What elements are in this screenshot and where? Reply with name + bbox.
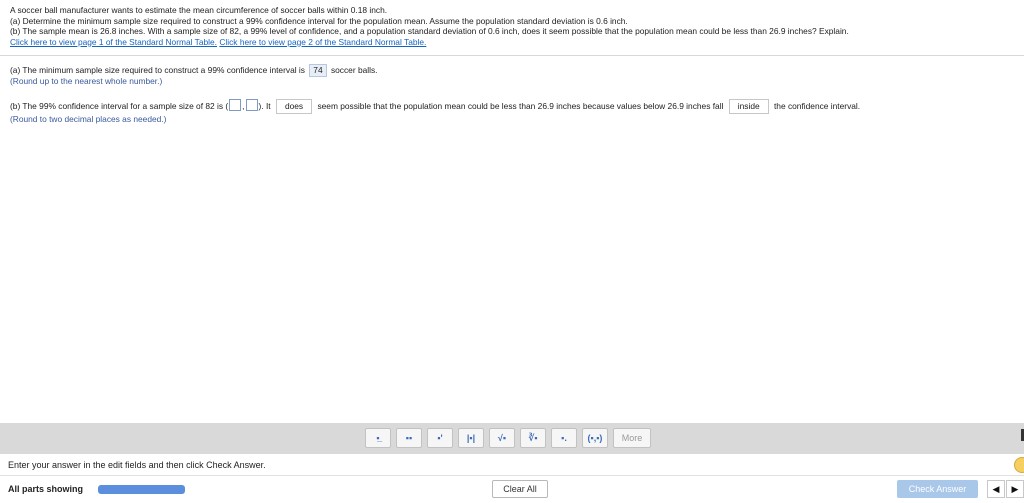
- question-divider: [0, 55, 1024, 56]
- fraction-tool[interactable]: ▪̲: [365, 428, 391, 448]
- arrow-left-icon: ◀: [992, 483, 1000, 494]
- interval-tool[interactable]: (▪,▪): [582, 428, 608, 448]
- question-intro: A soccer ball manufacturer wants to esti…: [10, 5, 388, 15]
- square-root-tool[interactable]: √▪: [489, 428, 515, 448]
- ci-comma: ,: [242, 101, 245, 111]
- question-part-b: (b) The sample mean is 26.8 inches. With…: [10, 26, 849, 36]
- answer-a-input[interactable]: 74: [309, 64, 327, 77]
- answer-b-suffix: the confidence interval.: [773, 101, 861, 111]
- does-dropdown[interactable]: does: [275, 99, 313, 114]
- decimal-tool[interactable]: ▪.: [551, 428, 577, 448]
- answer-b-middle: seem possible that the population mean c…: [317, 101, 724, 111]
- answer-a-prefix: (a) The minimum sample size required to …: [10, 65, 305, 75]
- parts-showing-label: All parts showing: [8, 484, 84, 494]
- table-links: Click here to view page 1 of the Standar…: [10, 37, 1010, 48]
- previous-button[interactable]: ◀: [987, 480, 1005, 498]
- answer-b-hint: (Round to two decimal places as needed.): [10, 114, 167, 124]
- instructions-text: Enter your answer in the edit fields and…: [8, 460, 266, 470]
- inside-dropdown[interactable]: inside: [728, 99, 769, 114]
- nth-root-tool[interactable]: ∛▪: [520, 428, 546, 448]
- question-text: A soccer ball manufacturer wants to esti…: [10, 5, 1010, 47]
- next-button[interactable]: ▶: [1006, 480, 1024, 498]
- clear-all-button[interactable]: Clear All: [492, 480, 548, 498]
- ci-upper-input[interactable]: [245, 99, 258, 111]
- answer-b-line: (b) The 99% confidence interval for a sa…: [10, 99, 860, 114]
- help-badge-icon[interactable]: [1014, 457, 1024, 473]
- arrow-right-icon: ▶: [1011, 483, 1019, 494]
- parts-progress-bar: [98, 485, 185, 494]
- normal-table-page2-link[interactable]: Click here to view page 2 of the Standar…: [219, 37, 426, 47]
- more-tools-button[interactable]: More: [613, 428, 651, 448]
- question-part-a: (a) Determine the minimum sample size re…: [10, 15, 628, 26]
- answer-b-close: ). It: [258, 101, 271, 111]
- ci-lower-input[interactable]: [229, 99, 242, 111]
- check-answer-button[interactable]: Check Answer: [897, 480, 978, 498]
- footer-divider: [0, 475, 1024, 476]
- exponent-tool[interactable]: ▪': [427, 428, 453, 448]
- mixed-number-tool[interactable]: ▪▪: [396, 428, 422, 448]
- answer-b-prefix: (b) The 99% confidence interval for a sa…: [10, 101, 229, 111]
- answer-a-suffix: soccer balls.: [330, 65, 378, 75]
- answer-a-hint: (Round up to the nearest whole number.): [10, 76, 163, 86]
- absolute-value-tool[interactable]: |▪|: [458, 428, 484, 448]
- math-toolbar: ▪̲ ▪▪ ▪' |▪| √▪ ∛▪ ▪. (▪,▪) More: [0, 423, 1024, 454]
- math-tools: ▪̲ ▪▪ ▪' |▪| √▪ ∛▪ ▪. (▪,▪) More: [365, 428, 651, 448]
- normal-table-page1-link[interactable]: Click here to view page 1 of the Standar…: [10, 37, 217, 47]
